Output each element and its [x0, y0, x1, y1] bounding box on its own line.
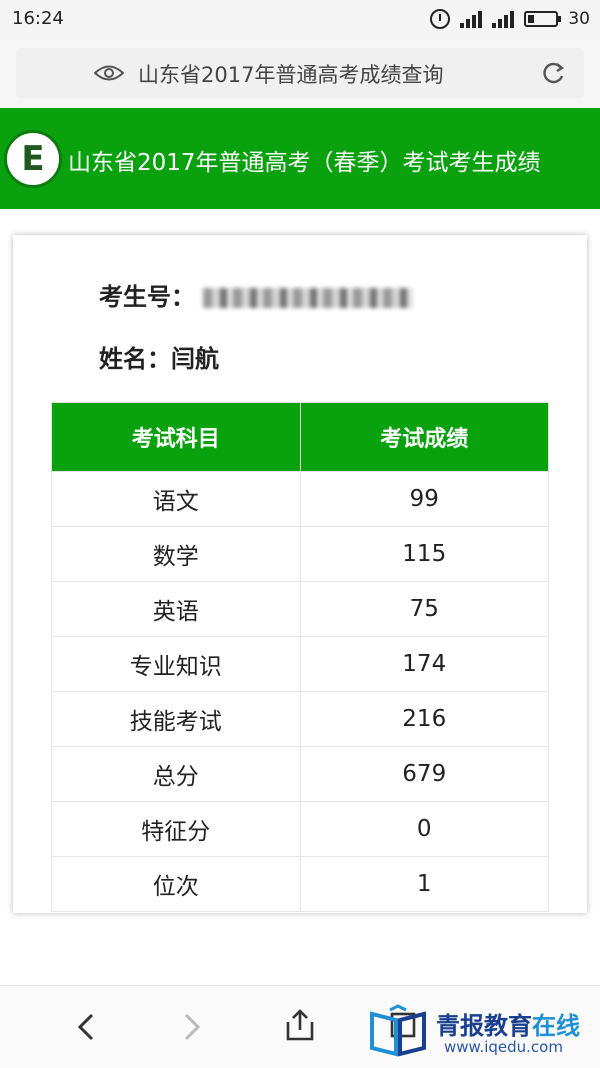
wifi-signal-icon [492, 10, 515, 28]
forward-arrow-icon[interactable] [180, 1012, 204, 1042]
subject-cell: 位次 [51, 856, 301, 912]
subject-cell: 总分 [51, 746, 301, 802]
score-cell: 1 [299, 856, 549, 912]
score-cell: 0 [299, 801, 549, 857]
watermark: 青报教育在线 www.iqedu.com [362, 1000, 598, 1062]
score-cell: 75 [299, 581, 549, 637]
table-row: 专业知识 174 [51, 636, 549, 692]
logo-letter: E [21, 139, 45, 179]
table-row: 位次 1 [51, 856, 549, 912]
table-row: 技能考试 216 [51, 691, 549, 747]
student-name-row: 姓名：闫航 [99, 339, 219, 374]
scores-table: 考试科目 考试成绩 语文 99 数学 115 英语 75 专业知识 174 技能考试 21… [51, 402, 549, 912]
battery-level: 30 [568, 9, 590, 29]
status-bar: 16:24 30 [0, 0, 600, 38]
header-title: 山东省2017年普通高考（春季）考试考生成绩 [68, 150, 541, 176]
watermark-name-main: 青报教育 [436, 1012, 532, 1040]
subject-cell: 特征分 [51, 801, 301, 857]
table-header-row: 考试科目 考试成绩 [51, 402, 549, 472]
subject-cell: 语文 [51, 471, 301, 527]
table-row: 数学 115 [51, 526, 549, 582]
table-row: 英语 75 [51, 581, 549, 637]
student-name: 闫航 [171, 345, 219, 373]
score-cell: 679 [299, 746, 549, 802]
score-cell: 99 [299, 471, 549, 527]
status-icons: 30 [430, 6, 590, 32]
back-arrow-icon[interactable] [74, 1012, 98, 1042]
score-cell: 115 [299, 526, 549, 582]
watermark-name: 青报教育在线 [436, 1006, 580, 1041]
table-row: 特征分 0 [51, 801, 549, 857]
watermark-name-accent: 在线 [532, 1012, 580, 1040]
subject-cell: 英语 [51, 581, 301, 637]
signal-icon [460, 10, 483, 28]
table-row: 总分 679 [51, 746, 549, 802]
page-title: 山东省2017年普通高考成绩查询 [138, 63, 444, 87]
score-cell: 216 [299, 691, 549, 747]
blurred-exam-number [203, 288, 413, 308]
subject-cell: 技能考试 [51, 691, 301, 747]
alarm-icon [430, 9, 451, 29]
score-card: 考生号： 姓名：闫航 考试科目 考试成绩 语文 99 数学 115 英语 75 专业知… [13, 235, 587, 913]
book-logo-icon [370, 1004, 426, 1057]
column-header-subject: 考试科目 [51, 402, 301, 472]
column-header-score: 考试成绩 [299, 402, 549, 472]
address-bar[interactable]: 山东省2017年普通高考成绩查询 [16, 48, 584, 98]
subject-cell: 数学 [51, 526, 301, 582]
battery-icon [524, 11, 562, 27]
score-cell: 174 [299, 636, 549, 692]
site-logo: E [4, 130, 62, 188]
eye-icon [94, 65, 124, 81]
site-header: E 山东省2017年普通高考（春季）考试考生成绩 [0, 108, 600, 209]
share-icon[interactable] [284, 1008, 316, 1042]
name-label: 姓名： [99, 345, 171, 373]
status-time: 16:24 [12, 8, 64, 29]
refresh-icon[interactable] [540, 60, 566, 86]
table-row: 语文 99 [51, 471, 549, 527]
watermark-url: www.iqedu.com [444, 1038, 563, 1056]
browser-title-bar: 山东省2017年普通高考成绩查询 [0, 38, 600, 108]
exam-number-label: 考生号： [99, 283, 195, 311]
subject-cell: 专业知识 [51, 636, 301, 692]
exam-number-row: 考生号： [99, 277, 413, 312]
